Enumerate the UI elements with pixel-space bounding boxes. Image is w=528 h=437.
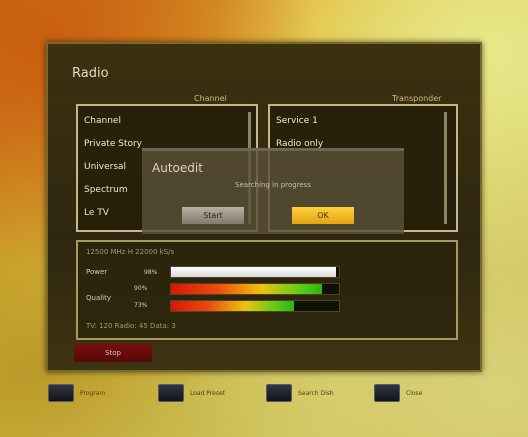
channel-list-item-1[interactable]: Channel <box>84 116 121 126</box>
transponder-list-label: Transponder <box>392 94 442 103</box>
quality-bar-2 <box>170 300 340 312</box>
channel-list-item-3[interactable]: Universal <box>84 162 126 172</box>
footer-key-red[interactable] <box>48 384 74 402</box>
page-title: Radio <box>72 66 109 81</box>
power-value: 98% <box>144 269 158 276</box>
channel-list-item-5[interactable]: Le TV <box>84 208 109 218</box>
channel-list-label: Channel <box>194 94 227 103</box>
dialog-start-button[interactable]: Start <box>182 207 244 224</box>
quality-bar-1 <box>170 283 340 295</box>
dialog-title: Autoedit <box>152 161 203 175</box>
quality-bar-2-fill <box>171 301 294 311</box>
dialog-ok-button[interactable]: OK <box>292 207 354 224</box>
transponder-list-item-1[interactable]: Service 1 <box>276 116 318 126</box>
footer-key-green[interactable] <box>158 384 184 402</box>
power-bar-fill <box>171 267 336 277</box>
transponder-info: 12500 MHz H 22000 kS/s <box>86 248 175 256</box>
channel-count-info: TV: 120 Radio: 45 Data: 3 <box>86 322 176 330</box>
dialog-message: Searching in progress <box>235 181 311 189</box>
quality-row2-value: 73% <box>134 302 148 309</box>
signal-panel: 12500 MHz H 22000 kS/s Power 98% Quality… <box>76 240 458 340</box>
radio-screen-panel: Radio Channel Transponder Channel Privat… <box>46 42 482 372</box>
footer-label-1: Program <box>80 390 106 397</box>
footer-key-yellow[interactable] <box>266 384 292 402</box>
quality-row1-value: 90% <box>134 285 148 292</box>
footer-label-4: Close <box>406 390 423 397</box>
channel-list-item-4[interactable]: Spectrum <box>84 185 128 195</box>
transponder-list-scrollbar[interactable] <box>444 112 447 224</box>
channel-list-item-2[interactable]: Private Story <box>84 139 142 149</box>
stop-button[interactable]: Stop <box>74 344 152 362</box>
autoedit-dialog: Autoedit Searching in progress Start OK <box>142 148 404 234</box>
power-bar <box>170 266 340 278</box>
quality-label: Quality <box>86 294 112 302</box>
footer-label-3: Search Dish <box>298 390 334 397</box>
quality-bar-1-fill <box>171 284 323 294</box>
power-label: Power <box>86 268 108 276</box>
footer-key-blue[interactable] <box>374 384 400 402</box>
footer-label-2: Load Preset <box>190 390 226 397</box>
